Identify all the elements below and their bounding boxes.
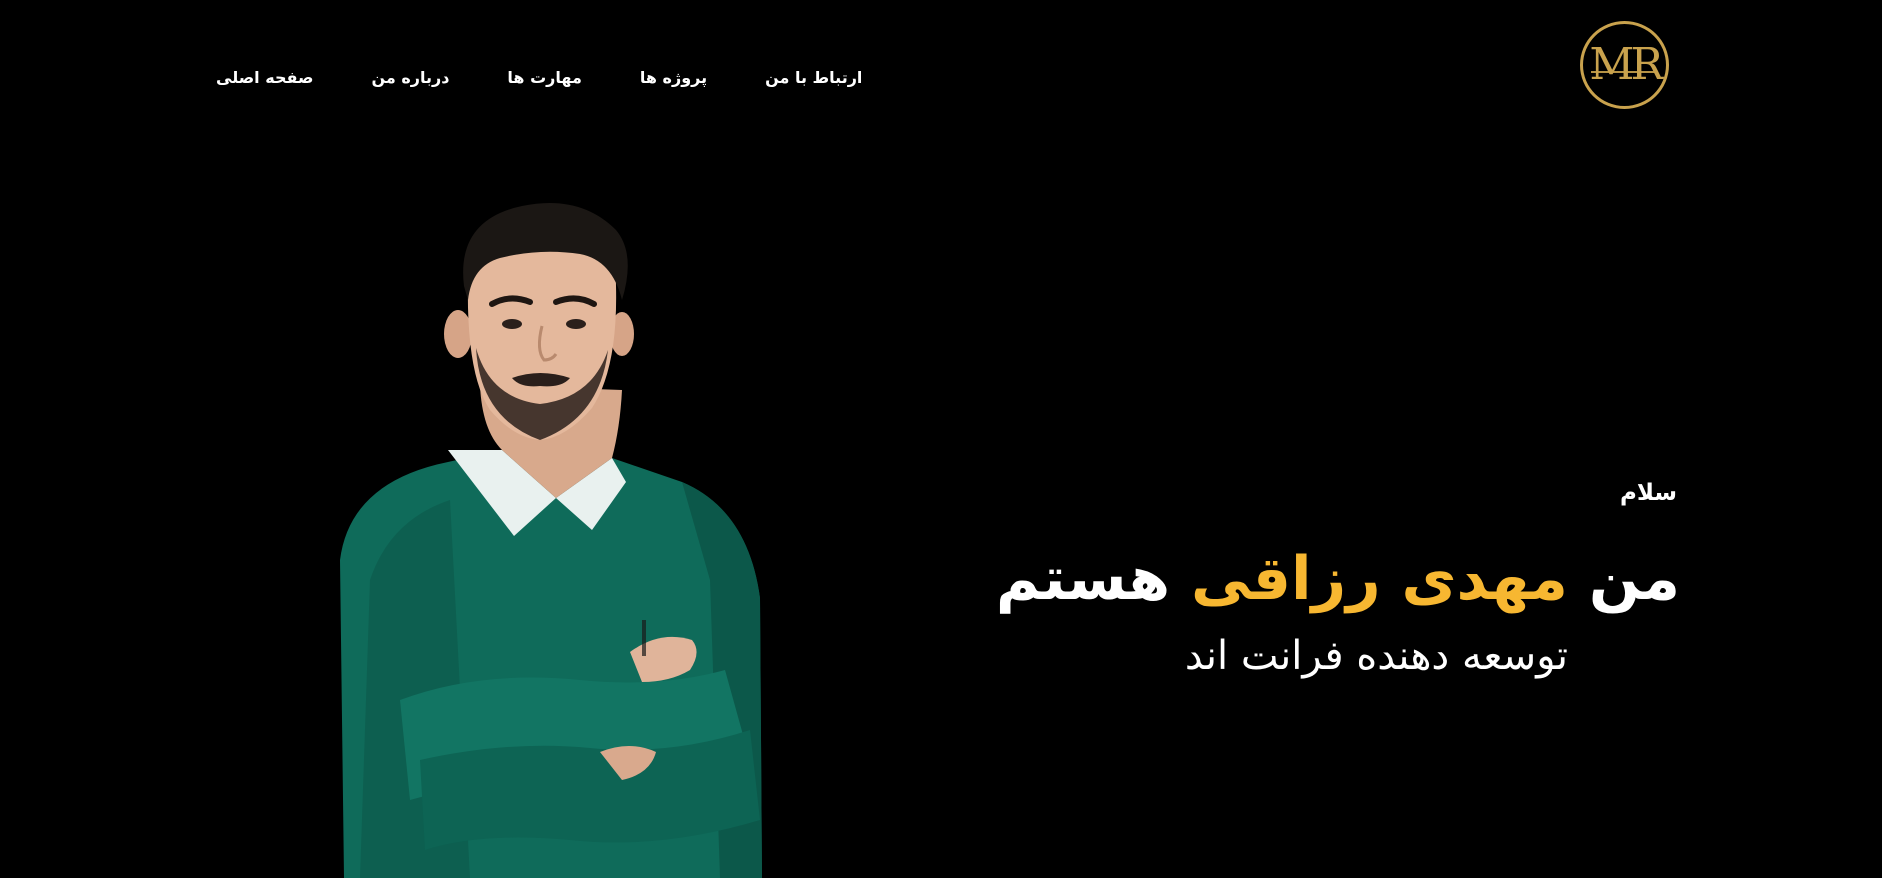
main-nav: صفحه اصلی درباره من مهارت ها پروژه ها ار… [216, 62, 862, 92]
nav-skills[interactable]: مهارت ها [507, 68, 581, 87]
nav-home[interactable]: صفحه اصلی [216, 68, 313, 87]
nav-contact[interactable]: ارتباط با من [765, 68, 862, 87]
logo-divider [1591, 71, 1658, 73]
name-highlight: مهدی رزاقی [1191, 544, 1568, 614]
greeting: سلام [1620, 480, 1677, 506]
job-title: توسعه دهنده فرانت اند [1184, 633, 1568, 679]
logo-monogram: MR [1589, 43, 1663, 87]
headline-suffix: هستم [995, 544, 1171, 614]
logo-text: MR [1589, 39, 1663, 90]
hero: سلام من مهدی رزاقی هستم توسعه دهنده فران… [960, 480, 1680, 679]
logo[interactable]: MR [1580, 21, 1669, 109]
headline-prefix: من [1588, 544, 1680, 614]
headline: من مهدی رزاقی هستم [960, 548, 1680, 611]
nav-about[interactable]: درباره من [371, 68, 449, 87]
profile-photo [340, 203, 762, 878]
nav-projects[interactable]: پروژه ها [640, 68, 707, 87]
page: MR صفحه اصلی درباره من مهارت ها پروژه ها… [0, 0, 1882, 878]
